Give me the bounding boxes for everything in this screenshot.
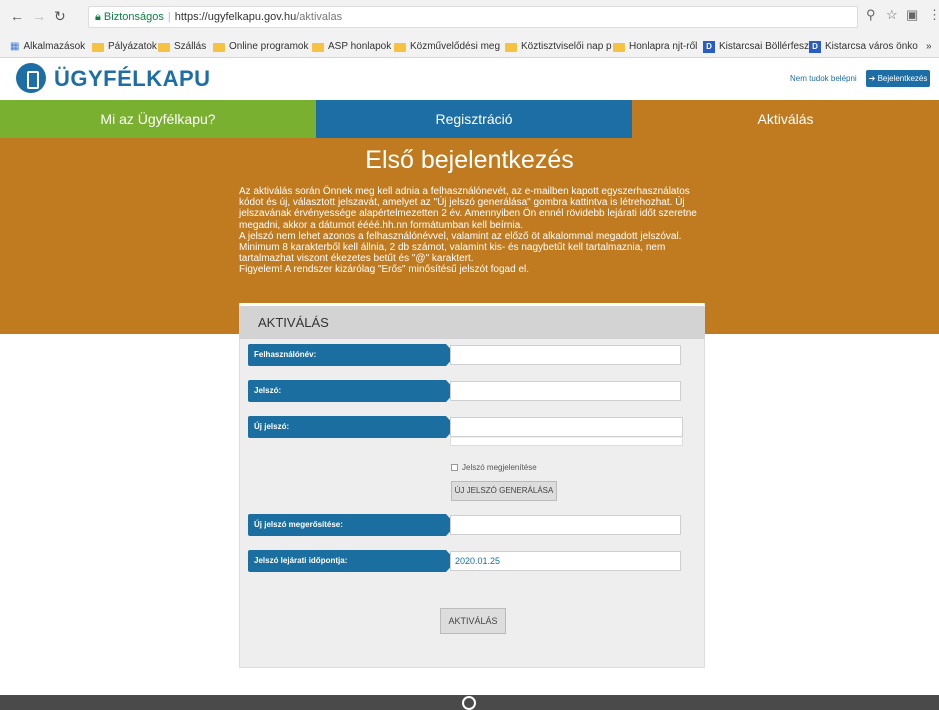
new-password-input[interactable]	[450, 417, 683, 437]
bookmark-folder[interactable]: Online programok	[213, 36, 308, 57]
intro-text: Az aktiválás során Önnek meg kell adnia …	[239, 186, 709, 276]
activate-button[interactable]: AKTIVÁLÁS	[440, 608, 506, 634]
bookmark-folder[interactable]: Köztisztviselői nap p	[505, 36, 612, 57]
folder-icon	[505, 42, 517, 52]
forward-icon[interactable]: →	[32, 6, 46, 26]
intro-paragraph: Az aktiválás során Önnek meg kell adnia …	[239, 186, 697, 231]
password-input[interactable]	[450, 381, 681, 401]
main-tabs: Mi az Ügyfélkapu? Regisztráció Aktiválás	[0, 100, 939, 138]
bookmark-apps[interactable]: ▦ Alkalmazások	[10, 36, 85, 57]
bookmark-folder[interactable]: Pályázatok	[92, 36, 157, 57]
show-password-label: Jelszó megjelenítése	[462, 463, 537, 472]
password-strength-meter	[450, 438, 683, 446]
expiry-label: Jelszó lejárati időpontja:	[248, 550, 456, 572]
intro-paragraph: A jelszó nem lehet azonos a felhasználón…	[239, 230, 682, 265]
bookmark-folder[interactable]: Honlapra njt-ről	[613, 36, 697, 57]
confirm-password-input[interactable]	[450, 515, 681, 535]
footer-emblem-icon	[462, 696, 476, 710]
apps-grid-icon: ▦	[10, 41, 20, 52]
show-password-row[interactable]: Jelszó megjelenítése	[451, 463, 537, 472]
password-label: Jelszó:	[248, 380, 456, 402]
username-input[interactable]	[450, 345, 681, 365]
ugyfelkapu-logo-icon[interactable]	[16, 63, 46, 93]
folder-icon	[213, 42, 225, 52]
bookmark-folder[interactable]: Szállás	[158, 36, 206, 57]
folder-icon	[158, 42, 170, 52]
page-title: Első bejelentkezés	[365, 146, 574, 174]
intro-paragraph: Figyelem! A rendszer kizárólag "Erős" mi…	[239, 264, 530, 276]
expiry-date-input[interactable]	[450, 551, 681, 571]
tab-what-is[interactable]: Mi az Ügyfélkapu?	[0, 100, 316, 138]
url-path: /aktivalas	[296, 11, 343, 23]
bookmarks-overflow[interactable]: »	[926, 36, 932, 57]
bookmark-star-icon[interactable]: ☆	[886, 7, 898, 23]
card-title: AKTIVÁLÁS	[258, 315, 329, 330]
bookmark-page[interactable]: D Kistarcsa város önko	[809, 36, 918, 57]
login-button[interactable]: ➔ Bejelentkezés	[866, 70, 930, 87]
page: ← → ↻ 🔒︎ Biztonságos | https://ugyfelkapu.…	[0, 0, 939, 710]
zoom-icon[interactable]: ⚲	[866, 7, 876, 23]
forgot-login-link[interactable]: Nem tudok belépni	[790, 74, 857, 83]
username-label: Felhasználónév:	[248, 344, 456, 366]
url-host: https://ugyfelkapu.gov.hu	[174, 11, 297, 23]
d-site-icon: D	[703, 41, 715, 53]
secure-label: Biztonságos	[103, 11, 164, 23]
tab-registration[interactable]: Regisztráció	[316, 100, 632, 138]
extension-icon[interactable]: ▣	[906, 7, 918, 23]
folder-icon	[92, 42, 104, 52]
generate-password-button[interactable]: ÚJ JELSZÓ GENERÁLÁSA	[451, 481, 557, 501]
bookmarks-bar: ▦ Alkalmazások Pályázatok Szállás Online …	[0, 36, 939, 58]
new-password-label: Új jelszó:	[248, 416, 456, 438]
folder-icon	[312, 42, 324, 52]
login-icon: ➔	[868, 74, 878, 83]
address-bar[interactable]: 🔒︎ Biztonságos | https://ugyfelkapu.gov.hu…	[88, 6, 858, 28]
menu-icon[interactable]: ⋮	[928, 7, 939, 23]
back-icon[interactable]: ←	[10, 6, 24, 26]
bookmark-folder[interactable]: ASP honlapok	[312, 36, 391, 57]
lock-icon: 🔒︎	[95, 11, 101, 23]
show-password-checkbox[interactable]	[451, 464, 458, 471]
confirm-password-label: Új jelszó megerősítése:	[248, 514, 456, 536]
d-site-icon: D	[809, 41, 821, 53]
bookmark-folder[interactable]: Közművelődési meg	[394, 36, 500, 57]
bookmark-page[interactable]: D Kistarcsai Böllérfeszti	[703, 36, 814, 57]
logo-text[interactable]: ÜGYFÉLKAPU	[54, 66, 211, 92]
tab-activation[interactable]: Aktiválás	[632, 100, 939, 138]
reload-icon[interactable]: ↻	[54, 6, 66, 26]
folder-icon	[394, 42, 406, 52]
folder-icon	[613, 42, 625, 52]
